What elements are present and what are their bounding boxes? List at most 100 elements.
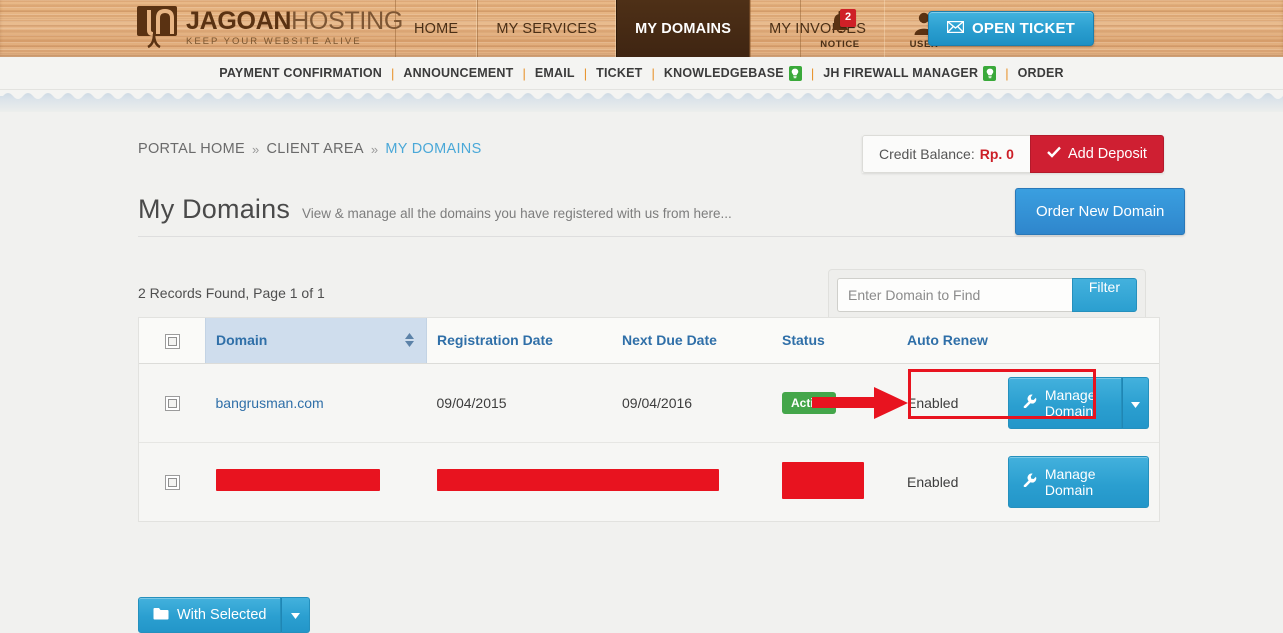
subnav-item-email[interactable]: EMAIL <box>526 66 584 80</box>
nav-item-my-domains[interactable]: MY DOMAINS <box>616 0 751 57</box>
divider-zigzag <box>0 90 1283 99</box>
row-select-cell <box>139 442 206 521</box>
subnav-item-knowledgebase-label: KNOWLEDGEBASE <box>663 66 784 80</box>
logo-main-bold: JAGOAN <box>186 6 292 35</box>
subnav-item-announcement[interactable]: ANNOUNCEMENT <box>394 66 522 80</box>
status-badge: Active <box>782 391 837 414</box>
cell-status: Active <box>772 363 897 443</box>
column-header-registration-date[interactable]: Registration Date <box>426 318 612 364</box>
table-body: bangrusman.com 09/04/2015 09/04/2016 Act… <box>139 363 1159 521</box>
breadcrumb: PORTAL HOME » CLIENT AREA » MY DOMAINS <box>138 141 482 157</box>
cell-actions: Manage Domain <box>997 363 1159 443</box>
page-title-row: My Domains View & manage all the domains… <box>138 194 732 225</box>
wrench-icon <box>1023 473 1037 490</box>
with-selected-group: With Selected <box>138 597 311 633</box>
cell-registration-date <box>426 442 772 521</box>
with-selected-label: With Selected <box>177 607 267 623</box>
row-checkbox[interactable] <box>164 475 180 491</box>
credit-balance-label: Credit Balance: <box>879 146 975 162</box>
domain-search-input[interactable] <box>837 278 1072 312</box>
notice-button[interactable]: 2 NOTICE <box>811 7 869 50</box>
breadcrumb-item-client-area[interactable]: CLIENT AREA <box>267 141 364 157</box>
subnav-item-knowledgebase[interactable]: KNOWLEDGEBASE <box>655 65 811 81</box>
folder-icon <box>153 607 169 624</box>
redacted-status-bar <box>782 461 864 499</box>
cell-domain: bangrusman.com <box>205 363 427 443</box>
cell-domain <box>205 442 427 521</box>
nav-item-home[interactable]: HOME <box>395 0 478 57</box>
with-selected-dropdown-toggle[interactable] <box>281 597 311 633</box>
lightbulb-badge-icon <box>983 65 997 81</box>
manage-domain-button[interactable]: Manage Domain <box>1007 455 1149 508</box>
sort-arrows-icon <box>405 333 414 348</box>
cell-auto-renew: Enabled <box>897 442 998 521</box>
breadcrumb-separator: » <box>370 141 379 157</box>
chevron-down-icon <box>291 606 301 624</box>
filter-button[interactable]: Filter <box>1071 278 1137 312</box>
credit-balance-widget: Credit Balance: Rp. 0 Add Deposit <box>862 135 1164 173</box>
manage-domain-label: Manage Domain <box>1044 386 1096 419</box>
cell-auto-renew: Enabled <box>897 363 998 443</box>
column-header-actions <box>997 318 1159 364</box>
logo-main-light: HOSTING <box>291 6 403 35</box>
table-row: Enabled Manage Domain <box>139 442 1159 521</box>
table-header-row: Domain Registration Date Next Due Date S… <box>139 318 1159 364</box>
subnav-item-jh-firewall-manager[interactable]: JH FIREWALL MANAGER <box>814 65 1005 81</box>
records-found-text: 2 Records Found, Page 1 of 1 <box>138 285 325 301</box>
subnav-item-order[interactable]: ORDER <box>1009 66 1073 80</box>
column-header-auto-renew[interactable]: Auto Renew <box>897 318 998 364</box>
domains-table-element: Domain Registration Date Next Due Date S… <box>139 318 1159 521</box>
cell-next-due-date: 09/04/2016 <box>612 363 772 443</box>
notice-label: NOTICE <box>820 39 860 50</box>
manage-domain-group: Manage Domain <box>1007 376 1149 429</box>
manage-domain-label: Manage Domain <box>1044 465 1096 498</box>
redacted-dates-bar <box>436 469 719 492</box>
cell-status <box>772 442 897 521</box>
page-title: My Domains <box>138 194 291 224</box>
open-ticket-button[interactable]: OPEN TICKET <box>928 11 1095 46</box>
logo-text: JAGOANHOSTING KEEP YOUR WEBSITE ALIVE <box>186 6 403 47</box>
title-divider <box>138 236 1160 237</box>
select-all-checkbox[interactable] <box>164 333 180 349</box>
row-select-cell <box>139 363 206 443</box>
envelope-icon <box>946 20 965 37</box>
domain-link[interactable]: bangrusman.com <box>216 395 324 411</box>
row-checkbox[interactable] <box>164 396 180 412</box>
credit-balance-display: Credit Balance: Rp. 0 <box>862 135 1030 173</box>
site-header: JAGOANHOSTING KEEP YOUR WEBSITE ALIVE HO… <box>0 0 1283 57</box>
column-header-domain-label: Domain <box>216 332 268 349</box>
add-deposit-button[interactable]: Add Deposit <box>1029 135 1164 173</box>
chevron-down-icon <box>1131 395 1140 411</box>
manage-domain-dropdown-toggle[interactable] <box>1122 376 1149 429</box>
cell-registration-date: 09/04/2015 <box>426 363 612 443</box>
breadcrumb-item-my-domains[interactable]: MY DOMAINS <box>385 141 481 157</box>
domain-filter: Filter <box>828 269 1146 321</box>
check-icon <box>1047 146 1061 162</box>
breadcrumb-separator: » <box>251 141 260 157</box>
main-content: PORTAL HOME » CLIENT AREA » MY DOMAINS C… <box>0 112 1283 633</box>
domains-table: Domain Registration Date Next Due Date S… <box>138 317 1160 522</box>
column-header-status[interactable]: Status <box>772 318 897 364</box>
page-root: JAGOANHOSTING KEEP YOUR WEBSITE ALIVE HO… <box>0 0 1283 633</box>
subnav-item-jh-firewall-manager-label: JH FIREWALL MANAGER <box>823 66 979 80</box>
cell-actions: Manage Domain <box>997 442 1159 521</box>
wrench-icon <box>1023 394 1037 411</box>
select-all-header <box>139 318 206 364</box>
lightbulb-badge-icon <box>788 65 802 81</box>
redacted-domain-bar <box>215 469 380 492</box>
subnav-item-payment-confirmation[interactable]: PAYMENT CONFIRMATION <box>210 66 391 80</box>
page-subtitle: View & manage all the domains you have r… <box>302 206 732 221</box>
manage-domain-button[interactable]: Manage Domain <box>1007 376 1122 429</box>
subnav-item-ticket[interactable]: TICKET <box>587 66 651 80</box>
notice-count-badge: 2 <box>840 9 857 27</box>
column-header-domain[interactable]: Domain <box>205 318 427 364</box>
add-deposit-label: Add Deposit <box>1067 146 1147 162</box>
with-selected-button[interactable]: With Selected <box>138 597 282 633</box>
table-row: bangrusman.com 09/04/2015 09/04/2016 Act… <box>139 363 1159 443</box>
jagoan-logo-icon <box>136 4 180 48</box>
breadcrumb-item-portal-home[interactable]: PORTAL HOME <box>138 141 245 157</box>
column-header-next-due-date[interactable]: Next Due Date <box>612 318 772 364</box>
order-new-domain-button[interactable]: Order New Domain <box>1015 188 1186 235</box>
site-logo[interactable]: JAGOANHOSTING KEEP YOUR WEBSITE ALIVE <box>136 4 403 48</box>
nav-item-my-services[interactable]: MY SERVICES <box>477 0 617 57</box>
